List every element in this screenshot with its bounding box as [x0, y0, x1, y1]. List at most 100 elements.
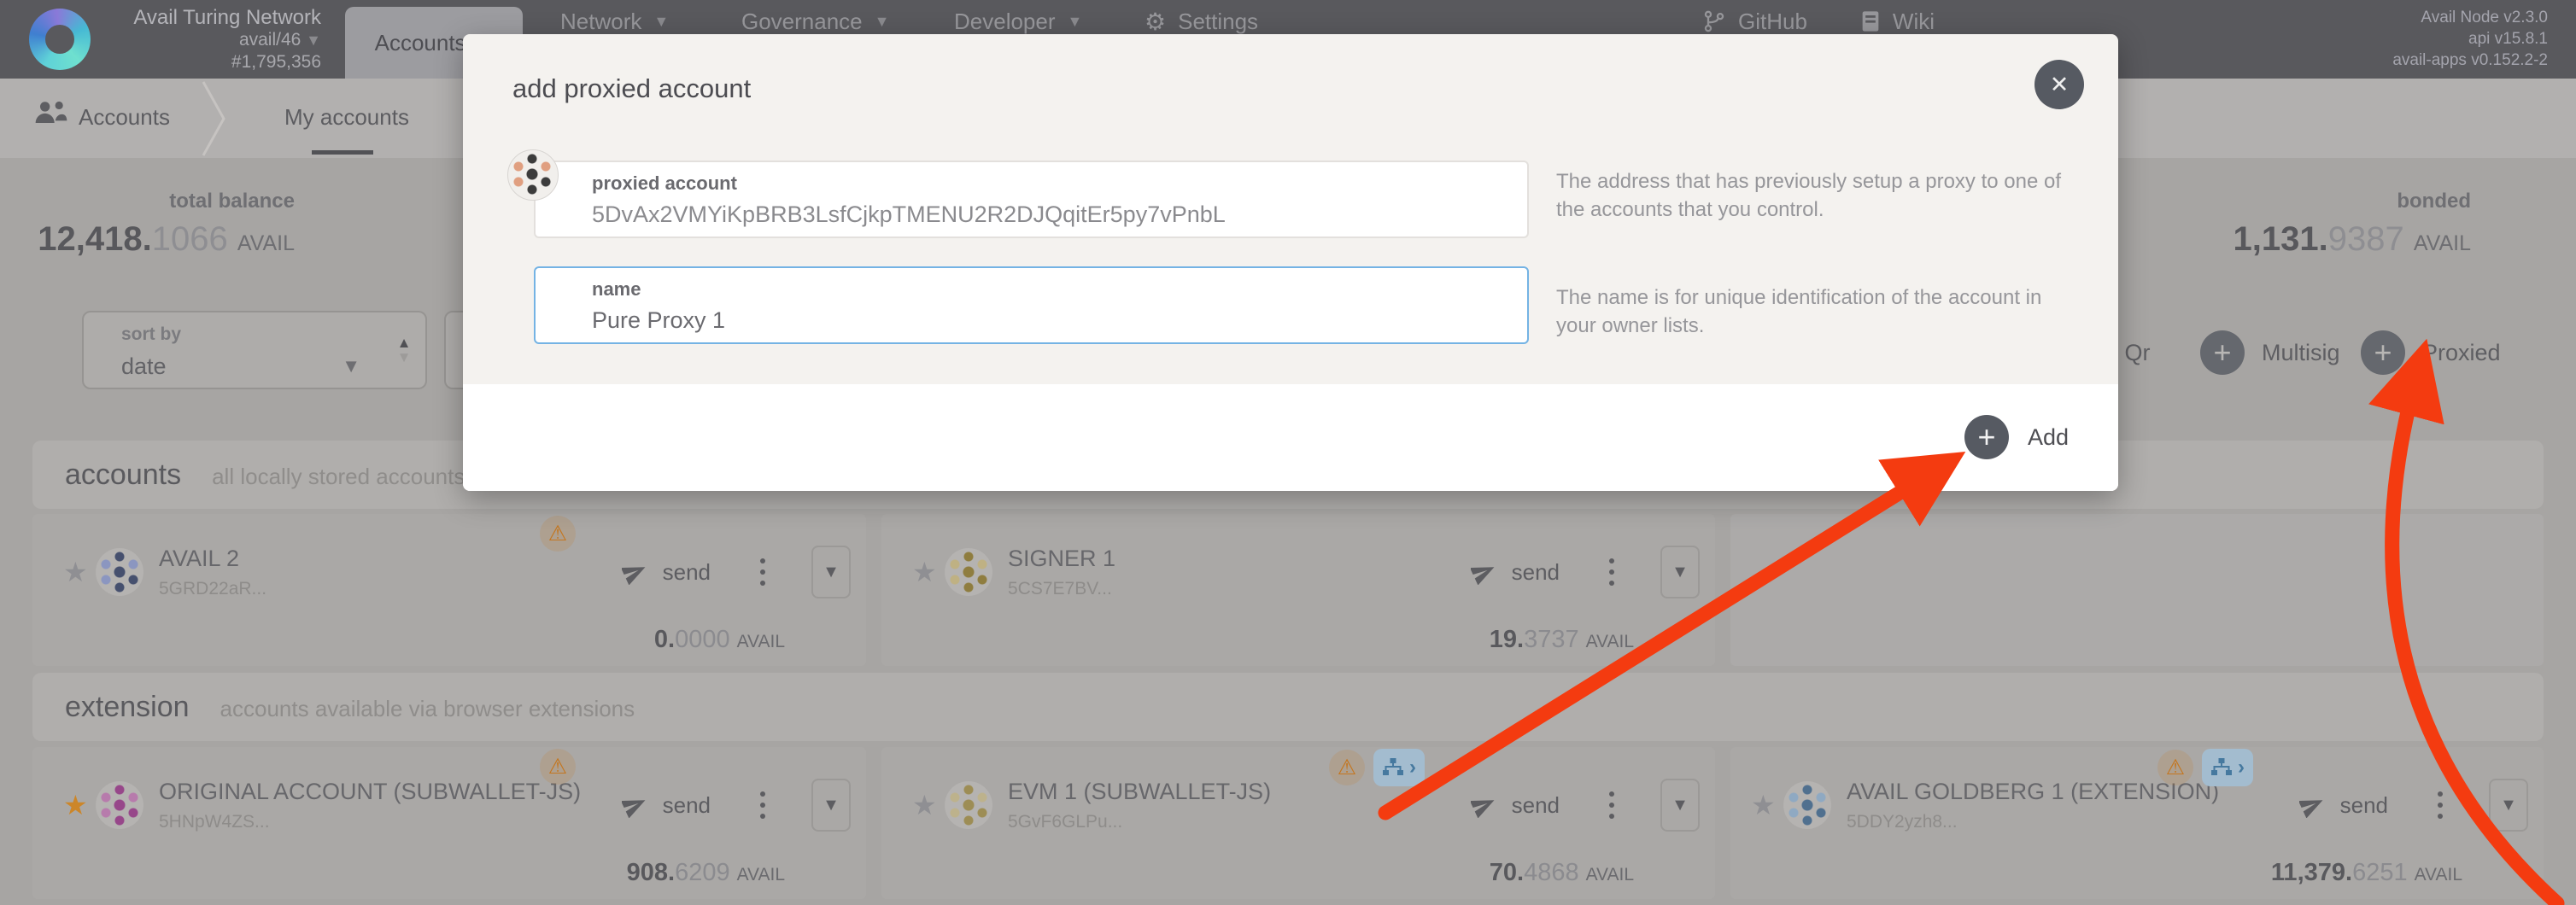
account-balance: 11,379.6251AVAIL: [2271, 859, 2462, 887]
more-menu-icon[interactable]: [760, 558, 765, 586]
more-menu-icon[interactable]: [760, 791, 765, 819]
api-version: api v15.8.1: [2392, 28, 2548, 50]
tab-my-accounts[interactable]: My accounts: [284, 104, 409, 131]
expand-caret-button[interactable]: ▼: [811, 779, 851, 832]
bonded-balance-value: 1,131.9387 AVAIL: [2189, 220, 2471, 259]
account-address[interactable]: 5CS7E7BV...: [1008, 579, 1115, 599]
send-button[interactable]: send: [1512, 559, 1560, 586]
warning-icon[interactable]: ⚠: [540, 749, 576, 785]
apps-version: avail-apps v0.152.2-2: [2392, 50, 2548, 71]
active-tab-underline: [312, 150, 373, 155]
send-icon[interactable]: [622, 792, 647, 818]
close-button[interactable]: ✕: [2034, 60, 2084, 109]
favorite-star-icon[interactable]: ★: [912, 789, 945, 821]
send-icon[interactable]: [622, 559, 647, 585]
app-root: Avail Turing Network avail/46 ▼ #1,795,3…: [0, 0, 2576, 905]
account-balance: 19.3737AVAIL: [1490, 626, 1634, 654]
sort-direction-button[interactable]: ▲ ▼: [383, 311, 427, 389]
chevron-down-icon: ▼: [875, 13, 890, 31]
send-button[interactable]: send: [2340, 792, 2388, 819]
account-card-signer-1: ★ SIGNER 1 5CS7E7BV... send ▼ 19.3737AVA…: [881, 514, 1715, 666]
name-field[interactable]: name Pure Proxy 1: [534, 266, 1529, 344]
account-identicon[interactable]: [96, 548, 143, 596]
account-identicon[interactable]: [945, 781, 992, 829]
extension-section-subtitle: accounts available via browser extension…: [220, 696, 635, 722]
account-identicon[interactable]: [96, 781, 143, 829]
account-card-avail-2: ⚠ ★ AVAIL 2 5GRD22aR... send ▼ 0.0000AVA…: [32, 514, 866, 666]
add-button-label: Add: [2028, 424, 2069, 451]
extension-section-header: extension accounts available via browser…: [32, 673, 2544, 741]
proxy-badge[interactable]: ›: [1373, 749, 1425, 786]
wiki-link[interactable]: Wiki: [1860, 9, 1935, 35]
chevron-down-icon: ▼: [342, 355, 360, 377]
plus-icon: +: [1964, 415, 2009, 459]
account-address[interactable]: 5GRD22aR...: [159, 579, 266, 599]
account-address[interactable]: 5GvF6GLPu...: [1008, 812, 1271, 832]
send-button[interactable]: send: [663, 792, 711, 819]
account-identicon[interactable]: [945, 548, 992, 596]
expand-caret-button[interactable]: ▼: [2489, 779, 2528, 832]
accounts-people-icon: [32, 99, 70, 128]
favorite-star-icon[interactable]: ★: [63, 556, 96, 588]
proxied-account-identicon: [507, 149, 559, 201]
sitemap-icon: [1382, 758, 1404, 777]
more-menu-icon[interactable]: [1609, 558, 1614, 586]
chevron-down-icon: ▼: [653, 13, 669, 31]
sort-desc-icon: ▼: [397, 350, 412, 365]
account-card-original-account: ⚠ ★ ORIGINAL ACCOUNT (SUBWALLET-JS) 5HNp…: [32, 747, 866, 899]
proxy-badge[interactable]: ›: [2202, 749, 2253, 786]
github-link[interactable]: GitHub: [1702, 9, 1807, 35]
add-button[interactable]: + Add: [1964, 415, 2069, 459]
total-balance-block: total balance 12,418.1066 AVAIL: [34, 190, 295, 259]
network-selector[interactable]: Avail Turing Network avail/46 ▼ #1,795,3…: [102, 7, 321, 73]
network-name: Avail Turing Network: [102, 7, 321, 29]
sort-by-value: date: [121, 353, 167, 380]
account-balance: 70.4868AVAIL: [1490, 859, 1634, 887]
add-proxied-button[interactable]: + Proxied: [2361, 330, 2501, 375]
sitemap-icon: [2210, 758, 2233, 777]
nav-item-developer-label: Developer: [954, 9, 1056, 35]
chevron-down-icon: ▼: [306, 29, 321, 51]
wiki-link-label: Wiki: [1893, 9, 1935, 35]
avail-logo-icon: [29, 9, 91, 70]
send-icon[interactable]: [1471, 559, 1496, 585]
expand-caret-button[interactable]: ▼: [1660, 779, 1700, 832]
name-field-label: name: [592, 278, 641, 301]
account-address[interactable]: 5DDY2yzh8...: [1847, 812, 2219, 832]
chain-spec: avail/46 ▼: [102, 29, 321, 51]
proxied-account-field-label: proxied account: [592, 172, 737, 195]
more-menu-icon[interactable]: [1609, 791, 1614, 819]
proxied-account-field-value: 5DvAx2VMYiKpBRB3LsfCjkpTMENU2R2DJQqitEr5…: [592, 201, 1226, 228]
block-number: #1,795,356: [102, 51, 321, 73]
send-icon[interactable]: [2299, 792, 2325, 818]
bonded-balance-block: bonded 1,131.9387 AVAIL: [2189, 190, 2471, 259]
account-address[interactable]: 5HNpW4ZS...: [159, 812, 581, 832]
expand-caret-button[interactable]: ▼: [811, 546, 851, 598]
account-balance: 0.0000AVAIL: [654, 626, 785, 654]
sort-asc-icon: ▲: [397, 336, 412, 350]
account-card-avail-goldberg-1: ⚠ › ★ AVAIL GOLDBERG 1 (EXTENSION) 5DDY2…: [1730, 747, 2544, 899]
account-balance: 908.6209AVAIL: [627, 859, 785, 887]
modal-title: add proxied account: [512, 73, 751, 104]
proxy-badge-chevron: ›: [1409, 756, 1416, 779]
proxied-account-field[interactable]: proxied account 5DvAx2VMYiKpBRB3LsfCjkpT…: [534, 161, 1529, 238]
favorite-star-icon[interactable]: ★: [1751, 789, 1783, 821]
send-icon[interactable]: [1471, 792, 1496, 818]
nav-item-network-label: Network: [560, 9, 641, 35]
warning-icon[interactable]: ⚠: [540, 516, 576, 552]
account-name: SIGNER 1: [1008, 546, 1115, 572]
add-multisig-button[interactable]: + Multisig: [2200, 330, 2340, 375]
send-button[interactable]: send: [663, 559, 711, 586]
expand-caret-button[interactable]: ▼: [1660, 546, 1700, 598]
nav-item-governance-label: Governance: [741, 9, 863, 35]
sort-by-dropdown[interactable]: sort by date ▼: [82, 311, 384, 389]
favorite-star-icon[interactable]: ★: [912, 556, 945, 588]
accounts-section-subtitle: all locally stored accounts: [212, 464, 465, 490]
warning-icon[interactable]: ⚠: [2157, 750, 2193, 785]
proxied-account-help-text: The address that has previously setup a …: [1556, 167, 2069, 224]
favorite-star-icon[interactable]: ★: [63, 789, 96, 821]
account-identicon[interactable]: [1783, 781, 1831, 829]
warning-icon[interactable]: ⚠: [1329, 750, 1365, 785]
send-button[interactable]: send: [1512, 792, 1560, 819]
more-menu-icon[interactable]: [2438, 791, 2443, 819]
